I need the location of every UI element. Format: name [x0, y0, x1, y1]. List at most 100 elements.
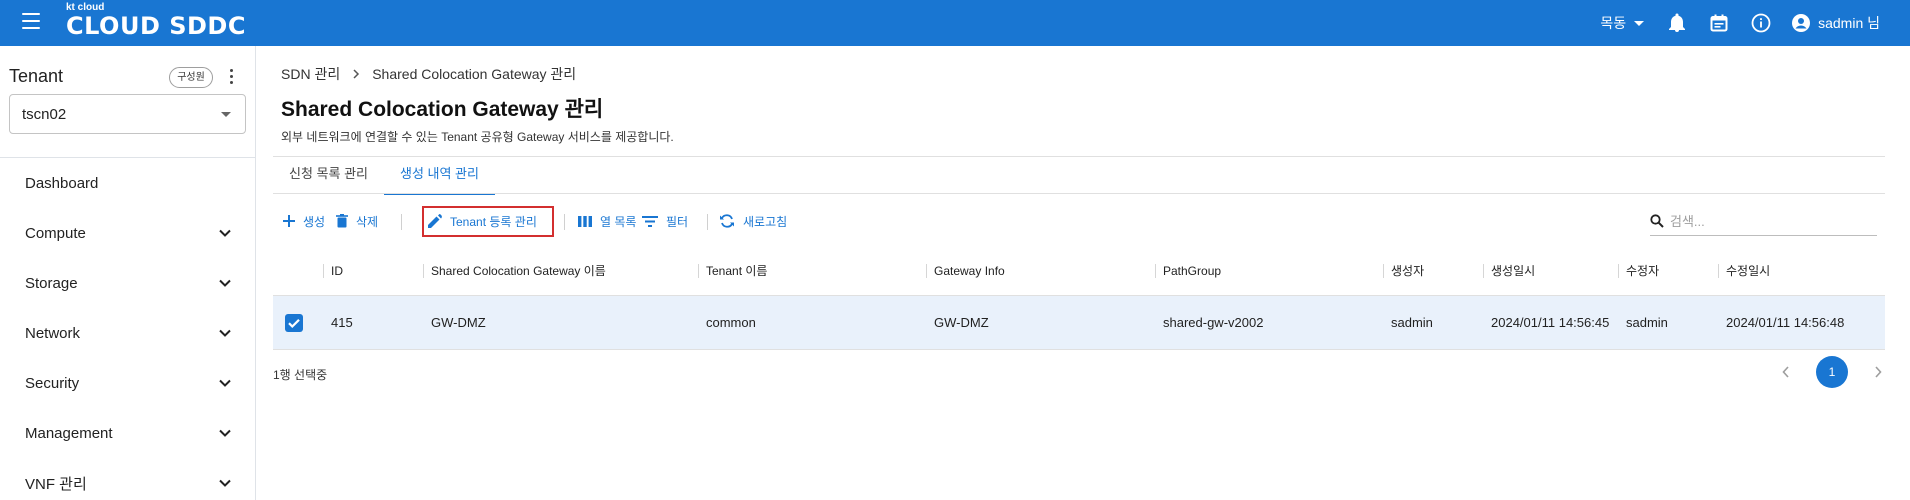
sidebar-item-dashboard[interactable]: Dashboard	[0, 158, 256, 208]
table-header: ID Shared Colocation Gateway 이름 Tenant 이…	[273, 246, 1885, 296]
row-checkbox[interactable]	[285, 314, 303, 332]
filter-label: 필터	[666, 214, 689, 229]
chevron-down-icon	[219, 429, 231, 437]
cell-modifier: sadmin	[1626, 315, 1668, 330]
chevron-down-icon	[219, 379, 231, 387]
sidebar-item-network[interactable]: Network	[0, 308, 256, 358]
info-icon[interactable]	[1750, 12, 1772, 34]
region-select[interactable]: 목동	[1600, 13, 1645, 33]
column-header-id[interactable]: ID	[323, 246, 343, 296]
tenant-title: Tenant	[9, 66, 64, 86]
create-label: 생성	[303, 214, 326, 229]
column-header-tenant-name[interactable]: Tenant 이름	[698, 246, 767, 296]
sidebar-item-label: Security	[25, 374, 80, 392]
sidebar-nav: Dashboard Compute Storage Network Securi…	[0, 158, 256, 500]
next-page-button[interactable]	[1868, 362, 1888, 382]
cell-pathgroup: shared-gw-v2002	[1163, 315, 1264, 330]
top-app-bar: kt cloud CLOUD SDDC 목동 sadmin 님	[0, 0, 1910, 46]
cell-tenant-name: common	[706, 315, 756, 330]
calendar-icon[interactable]	[1708, 12, 1730, 34]
column-header-modifier[interactable]: 수정자	[1618, 246, 1659, 296]
tab-request-list[interactable]: 신청 목록 관리	[273, 157, 384, 195]
sidebar-item-security[interactable]: Security	[0, 358, 256, 408]
refresh-button[interactable]: 새로고침	[719, 206, 787, 236]
chevron-right-icon	[353, 69, 360, 79]
cell-id: 415	[331, 315, 353, 330]
breadcrumb: SDN 관리 Shared Colocation Gateway 관리	[281, 64, 576, 84]
refresh-icon	[720, 214, 734, 228]
filter-button[interactable]: 필터	[642, 206, 688, 236]
sidebar-item-compute[interactable]: Compute	[0, 208, 256, 258]
highlight-box	[422, 206, 554, 237]
check-icon	[288, 319, 300, 329]
columns-button[interactable]: 열 목록	[578, 206, 636, 236]
plus-icon	[283, 215, 295, 227]
refresh-label: 새로고침	[743, 214, 788, 229]
search-placeholder: 검색...	[1670, 214, 1705, 229]
prev-page-button[interactable]	[1776, 362, 1796, 382]
sidebar-item-vnf[interactable]: VNF 관리	[0, 458, 256, 500]
cell-gateway-name: GW-DMZ	[431, 315, 486, 330]
tenant-select-value: tscn02	[22, 106, 67, 123]
chevron-left-icon	[1782, 366, 1789, 378]
filter-icon	[642, 215, 658, 227]
members-chip[interactable]: 구성원	[169, 67, 213, 88]
delete-button[interactable]: 삭제	[336, 206, 378, 236]
page-title: Shared Colocation Gateway 관리	[281, 98, 604, 121]
region-label: 목동	[1600, 15, 1627, 31]
sidebar-item-label: Management	[25, 424, 113, 442]
logo-main-text: CLOUD SDDC	[66, 12, 246, 40]
menu-icon[interactable]	[22, 13, 40, 29]
page-description: 외부 네트워크에 연결할 수 있는 Tenant 공유형 Gateway 서비스…	[281, 130, 674, 144]
chevron-down-icon	[219, 479, 231, 487]
breadcrumb-item-current: Shared Colocation Gateway 관리	[372, 66, 577, 82]
bell-icon[interactable]	[1666, 12, 1688, 34]
chevron-down-icon	[1634, 20, 1645, 26]
sidebar-item-label: Dashboard	[25, 174, 99, 192]
sidebar-item-storage[interactable]: Storage	[0, 258, 256, 308]
chevron-down-icon	[219, 279, 231, 287]
divider	[273, 156, 1885, 157]
columns-label: 열 목록	[600, 214, 637, 229]
tab-creation-history[interactable]: 생성 내역 관리	[383, 157, 495, 195]
selection-status: 1행 선택중	[273, 368, 328, 382]
chevron-down-icon	[219, 329, 231, 337]
logo[interactable]: kt cloud CLOUD SDDC	[66, 2, 246, 39]
sidebar: Tenant 구성원 tscn02 Dashboard Compute Stor…	[0, 46, 256, 500]
toolbar-divider	[401, 214, 402, 230]
column-header-creator[interactable]: 생성자	[1383, 246, 1424, 296]
sidebar-item-label: VNF 관리	[25, 475, 87, 493]
tab-bar: 신청 목록 관리 생성 내역 관리	[273, 157, 495, 195]
cell-creator: sadmin	[1391, 315, 1433, 330]
table-row[interactable]: 415 GW-DMZ common GW-DMZ shared-gw-v2002…	[273, 296, 1885, 350]
column-header-created-at[interactable]: 생성일시	[1483, 246, 1535, 296]
column-header-gateway-info[interactable]: Gateway Info	[926, 246, 1005, 296]
column-header-pathgroup[interactable]: PathGroup	[1155, 246, 1221, 296]
column-header-gateway-name[interactable]: Shared Colocation Gateway 이름	[423, 246, 606, 296]
account-icon	[1792, 14, 1811, 32]
breadcrumb-item-sdn[interactable]: SDN 관리	[281, 64, 340, 84]
sidebar-item-label: Compute	[25, 224, 86, 242]
chevron-down-icon	[221, 112, 231, 117]
tenant-select[interactable]: tscn02	[9, 94, 246, 134]
cell-modified-at: 2024/01/11 14:56:48	[1726, 315, 1845, 330]
toolbar-divider	[707, 214, 708, 230]
more-vert-icon[interactable]	[228, 69, 234, 87]
cell-created-at: 2024/01/11 14:56:45	[1491, 315, 1610, 330]
create-button[interactable]: 생성	[283, 206, 325, 236]
user-menu[interactable]: sadmin 님	[1792, 13, 1880, 33]
sidebar-item-management[interactable]: Management	[0, 408, 256, 458]
chevron-down-icon	[219, 229, 231, 237]
page-button-current[interactable]: 1	[1816, 356, 1848, 388]
main-content: SDN 관리 Shared Colocation Gateway 관리 Shar…	[273, 46, 1885, 500]
column-header-modified-at[interactable]: 수정일시	[1718, 246, 1770, 296]
sidebar-item-label: Network	[25, 324, 81, 342]
pagination: 1	[1776, 356, 1888, 388]
cell-gateway-info: GW-DMZ	[934, 315, 989, 330]
search-input[interactable]: 검색...	[1650, 206, 1877, 236]
divider	[273, 193, 1885, 194]
search-icon	[1650, 213, 1664, 228]
chevron-right-icon	[1875, 366, 1882, 378]
user-name: sadmin 님	[1818, 15, 1880, 31]
data-table: ID Shared Colocation Gateway 이름 Tenant 이…	[273, 246, 1885, 350]
